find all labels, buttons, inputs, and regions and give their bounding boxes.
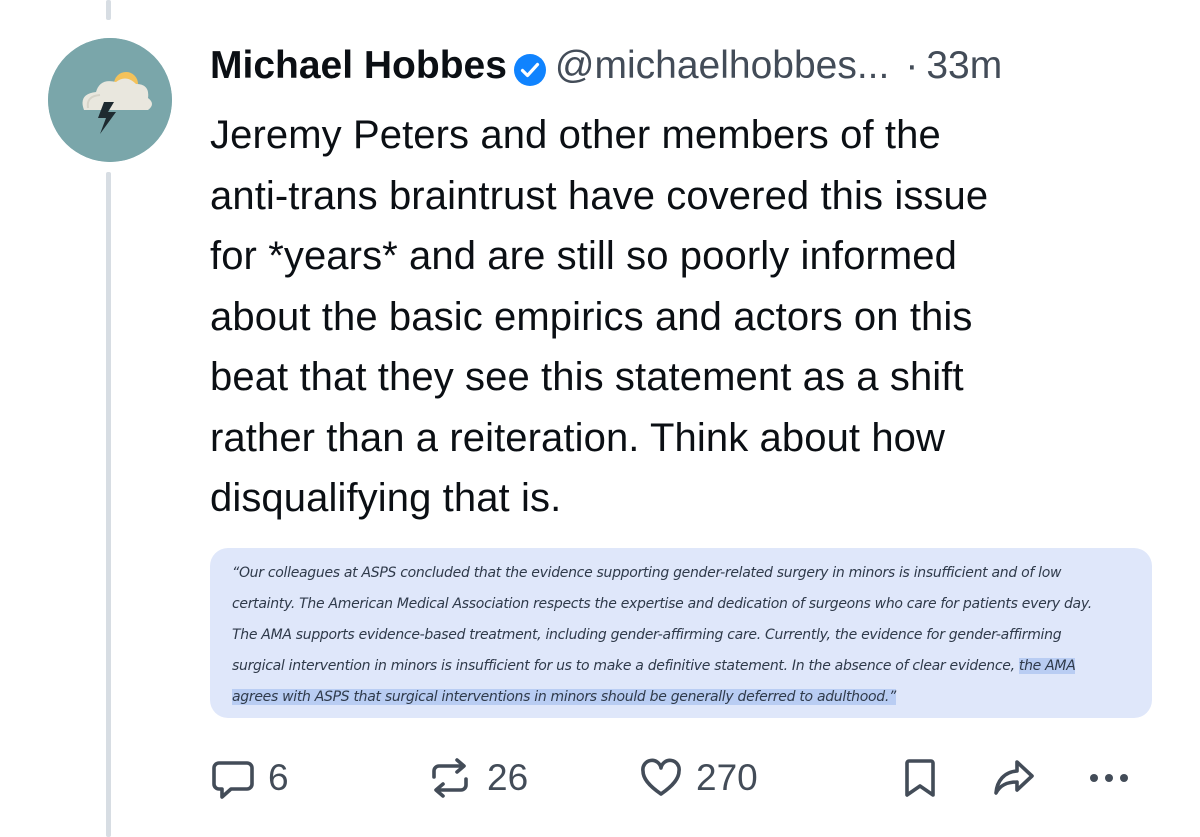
post-text-line: anti-trans braintrust have covered this … xyxy=(210,173,989,218)
speech-bubble-icon xyxy=(212,761,254,799)
post-text-line: beat that they see this statement as a s… xyxy=(210,355,964,399)
quote-line-text: surgical intervention in minors is insuf… xyxy=(232,658,1019,674)
like-button[interactable]: 270 xyxy=(638,748,758,808)
quote-line: surgical intervention in minors is insuf… xyxy=(232,651,1130,682)
action-bar: 6 26 270 xyxy=(210,748,1155,808)
repost-count: 26 xyxy=(487,757,529,798)
header-separator: · xyxy=(905,44,919,87)
author-handle[interactable]: @michaelhobbes... xyxy=(555,40,889,92)
post: Michael Hobbes @michaelhobbes... · 33m J… xyxy=(0,0,1200,837)
share-arrow-icon xyxy=(994,760,1034,795)
post-text-line: rather than a reiteration. Think about h… xyxy=(210,415,946,460)
quote-line: “Our colleagues at ASPS concluded that t… xyxy=(232,565,1062,581)
bookmark-button[interactable] xyxy=(897,748,943,808)
avatar[interactable] xyxy=(48,38,172,162)
repost-arrows-icon xyxy=(432,758,468,798)
like-count: 270 xyxy=(696,757,758,798)
author-display-name[interactable]: Michael Hobbes xyxy=(210,40,507,92)
post-header: Michael Hobbes @michaelhobbes... · 33m xyxy=(210,40,1170,92)
quote-highlight: agrees with ASPS that surgical intervent… xyxy=(232,689,896,705)
repost-button[interactable]: 26 xyxy=(425,748,528,808)
verified-badge-icon xyxy=(513,49,547,86)
post-timestamp[interactable]: 33m xyxy=(926,40,1002,92)
post-text-line: about the basic empirics and actors on t… xyxy=(210,294,973,339)
thread-line-bottom xyxy=(106,172,111,837)
reply-count: 6 xyxy=(268,757,289,798)
ellipsis-icon xyxy=(1090,774,1128,782)
more-options-button[interactable] xyxy=(1085,748,1133,808)
share-button[interactable] xyxy=(990,748,1038,808)
post-text-line: Jeremy Peters and other members of the xyxy=(210,113,941,157)
attached-image-quote[interactable]: “Our colleagues at ASPS concluded that t… xyxy=(210,548,1152,718)
quote-highlight: the AMA xyxy=(1018,658,1076,674)
quote-line: certainty. The American Medical Associat… xyxy=(232,596,1092,612)
quote-line: agrees with ASPS that surgical intervent… xyxy=(232,682,1130,713)
post-text: Jeremy Peters and other members of the a… xyxy=(210,105,1170,529)
thread-line-top xyxy=(106,0,111,20)
reply-button[interactable]: 6 xyxy=(210,748,289,808)
post-text-line: disqualifying that is. xyxy=(210,476,562,520)
storm-cloud-lightning-icon xyxy=(48,38,172,162)
quote-text: “Our colleagues at ASPS concluded that t… xyxy=(232,558,1130,713)
post-text-line: for *years* and are still so poorly info… xyxy=(210,234,957,278)
heart-icon xyxy=(641,758,681,796)
bookmark-icon xyxy=(905,759,935,797)
quote-line: The AMA supports evidence-based treatmen… xyxy=(232,627,1062,643)
